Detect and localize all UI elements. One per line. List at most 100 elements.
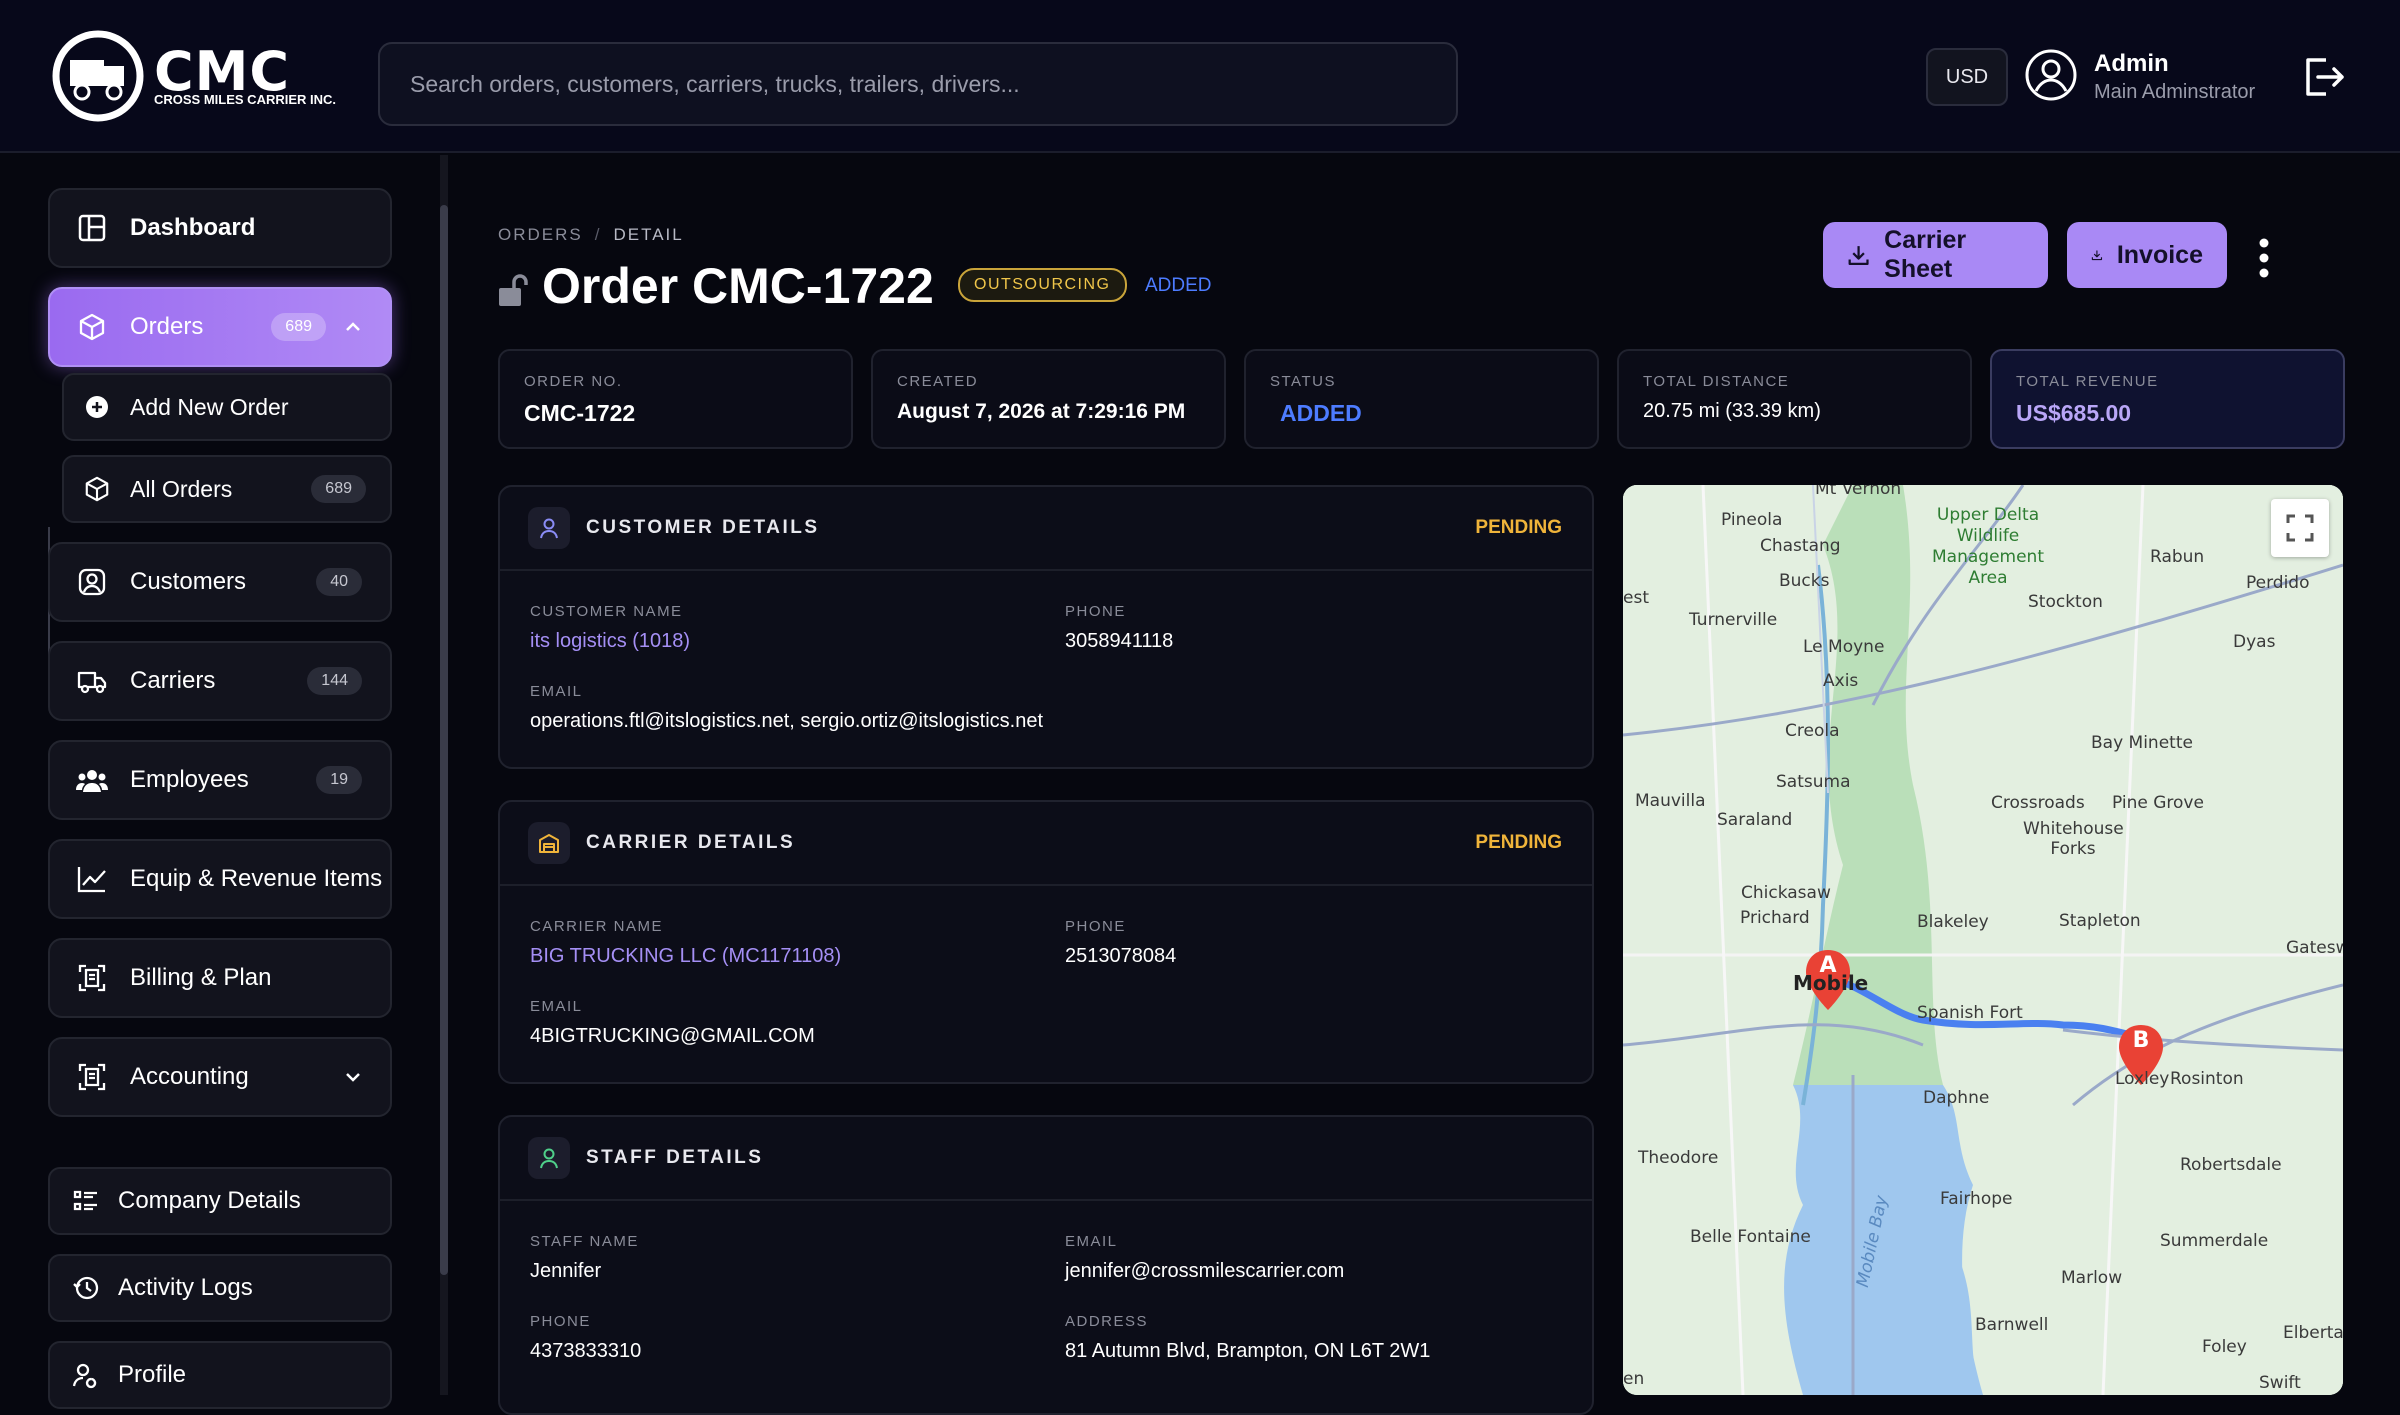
field-value: 4BIGTRUCKING@GMAIL.COM xyxy=(530,1025,815,1047)
stat-total-distance: TOTAL DISTANCE 20.75 mi (33.39 km) xyxy=(1617,349,1972,449)
map-label: est xyxy=(1623,588,1649,608)
staff-details-card: STAFF DETAILS STAFF NAME Jennifer EMAIL … xyxy=(498,1115,1594,1415)
map-label: Pine Grove xyxy=(2112,793,2204,813)
map-label: Stapleton xyxy=(2059,911,2141,931)
field-label: PHONE xyxy=(530,1313,591,1330)
map-label: Satsuma xyxy=(1776,772,1851,792)
marker-b-label: B xyxy=(2133,1028,2150,1053)
fullscreen-button[interactable] xyxy=(2271,499,2329,557)
count-badge: 689 xyxy=(311,475,366,503)
card-header: CUSTOMER DETAILS PENDING xyxy=(500,487,1592,571)
box-icon xyxy=(85,476,109,502)
field-label: STAFF NAME xyxy=(530,1233,639,1250)
customer-details-card: CUSTOMER DETAILS PENDING CUSTOMER NAME i… xyxy=(498,485,1594,769)
sidebar-item-label: Company Details xyxy=(118,1187,301,1214)
user-square-icon xyxy=(76,566,108,598)
status-badge: PENDING xyxy=(1475,832,1562,853)
stat-status: STATUS ADDED xyxy=(1244,349,1599,449)
carrier-name-link[interactable]: BIG TRUCKING LLC (MC1171108) xyxy=(530,945,841,968)
map-label: Blakeley xyxy=(1917,912,1989,932)
customer-phone-field: PHONE 3058941118 xyxy=(1065,603,1173,653)
search-input[interactable] xyxy=(380,44,1456,124)
map-label: Summerdale xyxy=(2160,1231,2269,1251)
sidebar-item-billing[interactable]: Billing & Plan xyxy=(48,938,392,1018)
sidebar-item-accounting[interactable]: Accounting xyxy=(48,1037,392,1117)
currency-button[interactable]: USD xyxy=(1926,48,2008,106)
user-name: Admin xyxy=(2094,50,2169,77)
map-label: Chastang xyxy=(1760,536,1841,556)
sidebar: Dashboard Orders 689 Add New Order All O… xyxy=(0,155,440,1409)
sidebar-item-company-details[interactable]: Company Details xyxy=(48,1167,392,1235)
stat-created: CREATED August 7, 2026 at 7:29:16 PM xyxy=(871,349,1226,449)
sidebar-item-employees[interactable]: Employees 19 xyxy=(48,740,392,820)
map-label: Creola xyxy=(1785,721,1840,741)
stat-label: STATUS xyxy=(1270,373,1336,390)
carrier-name-field: CARRIER NAME BIG TRUCKING LLC (MC1171108… xyxy=(530,918,841,968)
sidebar-item-customers[interactable]: Customers 40 xyxy=(48,542,392,622)
download-icon xyxy=(1848,246,1869,266)
sidebar-item-all-orders[interactable]: All Orders 689 xyxy=(62,455,392,523)
breadcrumb-orders[interactable]: ORDERS xyxy=(498,225,583,244)
sidebar-item-add-new-order[interactable]: Add New Order xyxy=(62,373,392,441)
staff-address-field: ADDRESS 81 Autumn Blvd, Brampton, ON L6T… xyxy=(1065,1313,1430,1363)
fullscreen-icon xyxy=(2286,514,2314,542)
customer-name-link[interactable]: its logistics (1018) xyxy=(530,630,690,653)
sidebar-item-label: Profile xyxy=(118,1361,187,1388)
field-value: 2513078084 xyxy=(1065,945,1177,967)
map-label: Mauvilla xyxy=(1635,791,1706,811)
page-title: Order CMC-1722 xyxy=(542,258,934,314)
users-icon xyxy=(76,764,108,796)
sidebar-item-carriers[interactable]: Carriers 144 xyxy=(48,641,392,721)
map-label: Mobile xyxy=(1793,971,1869,995)
global-search[interactable] xyxy=(378,42,1458,126)
carrier-sheet-button[interactable]: Carrier Sheet xyxy=(1823,222,2048,288)
chevron-down-icon[interactable] xyxy=(342,1066,364,1088)
user-icon xyxy=(528,1137,570,1179)
card-title: CUSTOMER DETAILS xyxy=(586,517,820,538)
history-icon xyxy=(73,1276,99,1300)
download-icon xyxy=(2091,250,2103,261)
customer-email-field: EMAIL operations.ftl@itslogistics.net, s… xyxy=(530,683,1043,733)
map-label: Rosinton xyxy=(2170,1069,2244,1089)
sidebar-item-orders[interactable]: Orders 689 xyxy=(48,287,392,367)
field-label: EMAIL xyxy=(1065,1233,1118,1250)
more-options-icon[interactable] xyxy=(2258,237,2270,279)
stat-label: TOTAL REVENUE xyxy=(2016,373,2159,390)
sidebar-item-label: Carriers xyxy=(130,667,216,694)
invoice-button[interactable]: Invoice xyxy=(2067,222,2227,288)
sidebar-item-label: Dashboard xyxy=(130,214,256,241)
sidebar-item-activity-logs[interactable]: Activity Logs xyxy=(48,1254,392,1322)
chevron-up-icon[interactable] xyxy=(342,316,364,338)
sidebar-item-dashboard[interactable]: Dashboard xyxy=(48,188,392,268)
map-label: Axis xyxy=(1823,671,1859,691)
field-label: EMAIL xyxy=(530,683,583,700)
sidebar-item-profile[interactable]: Profile xyxy=(48,1341,392,1409)
brand-logo[interactable]: CMC CROSS MILES CARRIER INC. xyxy=(48,30,348,122)
map-label: Mt Vernon xyxy=(1815,485,1902,499)
map-label: Marlow xyxy=(2061,1268,2123,1288)
route-map[interactable]: A B Mt Vernon Pineola Chastang Bucks Upp… xyxy=(1623,485,2343,1395)
sidebar-scrollbar-thumb[interactable] xyxy=(440,205,448,1275)
top-bar: CMC CROSS MILES CARRIER INC. USD Admin M… xyxy=(0,0,2400,153)
map-label: Swift xyxy=(2259,1373,2301,1393)
map-label: Robertsdale xyxy=(2180,1155,2282,1175)
field-value: operations.ftl@itslogistics.net, sergio.… xyxy=(530,710,1044,732)
stat-value: August 7, 2026 at 7:29:16 PM xyxy=(897,400,1186,423)
map-label: Whitehouse Forks xyxy=(2023,819,2124,859)
truck-icon xyxy=(76,665,108,697)
outsourcing-badge: OUTSOURCING xyxy=(958,268,1127,302)
field-label: ADDRESS xyxy=(1065,1313,1149,1330)
sidebar-item-equip-revenue[interactable]: Equip & Revenue Items xyxy=(48,839,392,919)
field-value: 3058941118 xyxy=(1065,630,1174,652)
stat-value: 20.75 mi (33.39 km) xyxy=(1643,400,1821,422)
carrier-details-card: CARRIER DETAILS PENDING CARRIER NAME BIG… xyxy=(498,800,1594,1084)
map-label: Gateswo xyxy=(2286,938,2343,958)
map-label: Elberta xyxy=(2283,1323,2343,1343)
user-icon xyxy=(528,507,570,549)
map-label: Le Moyne xyxy=(1803,637,1885,657)
map-label: Stockton xyxy=(2028,592,2103,612)
card-title: STAFF DETAILS xyxy=(586,1147,764,1168)
logout-icon[interactable] xyxy=(2300,54,2346,100)
user-avatar-icon[interactable] xyxy=(2024,48,2078,102)
field-value: 81 Autumn Blvd, Brampton, ON L6T 2W1 xyxy=(1065,1340,1431,1362)
